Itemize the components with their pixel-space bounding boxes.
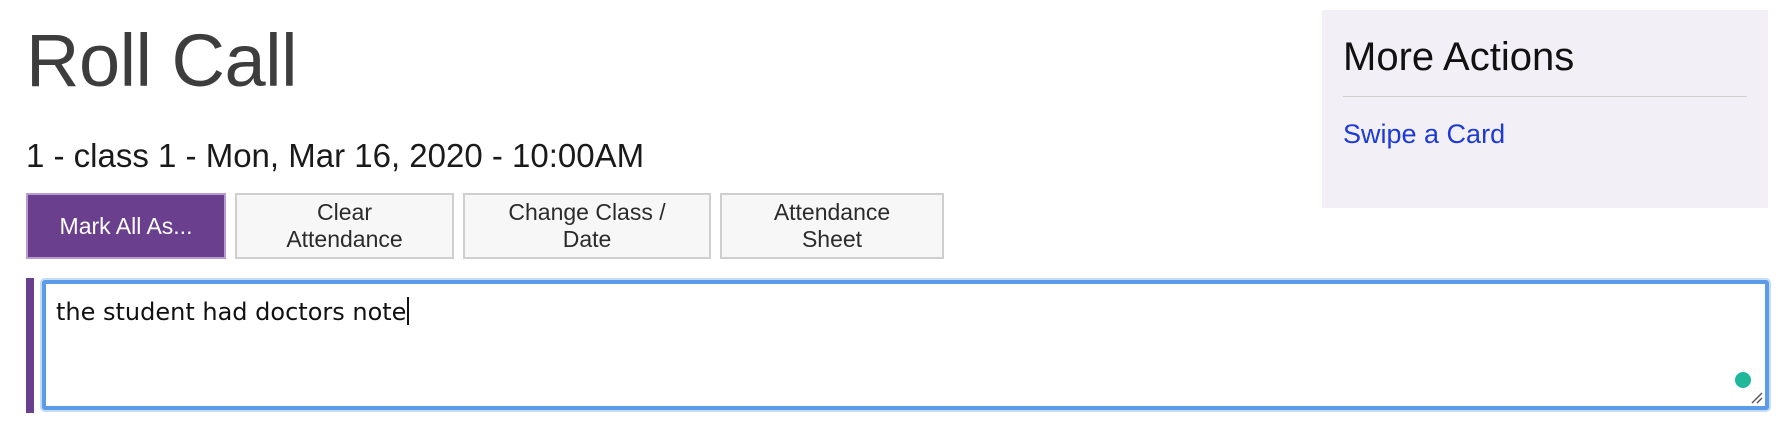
note-field-container: the student had doctors note (26, 278, 1769, 413)
more-actions-title: More Actions (1343, 30, 1747, 97)
more-actions-panel: More Actions Swipe a Card (1322, 10, 1768, 208)
attendance-note-textarea[interactable]: the student had doctors note (42, 280, 1769, 410)
page-title: Roll Call (26, 19, 298, 102)
clear-attendance-button[interactable]: Clear Attendance (235, 193, 454, 259)
text-caret (407, 297, 410, 325)
change-class-date-button[interactable]: Change Class / Date (463, 193, 711, 259)
mark-all-as-button[interactable]: Mark All As... (26, 193, 226, 259)
grammar-check-icon[interactable] (1735, 372, 1751, 388)
roll-call-page: Roll Call 1 - class 1 - Mon, Mar 16, 202… (0, 0, 1778, 424)
attendance-toolbar: Mark All As... Clear Attendance Change C… (26, 193, 944, 259)
class-session-subtitle: 1 - class 1 - Mon, Mar 16, 2020 - 10:00A… (26, 137, 645, 174)
swipe-a-card-link[interactable]: Swipe a Card (1343, 119, 1505, 150)
resize-handle-icon[interactable] (1749, 390, 1763, 404)
note-text: the student had doctors note (56, 298, 407, 326)
attendance-sheet-button[interactable]: Attendance Sheet (720, 193, 944, 259)
